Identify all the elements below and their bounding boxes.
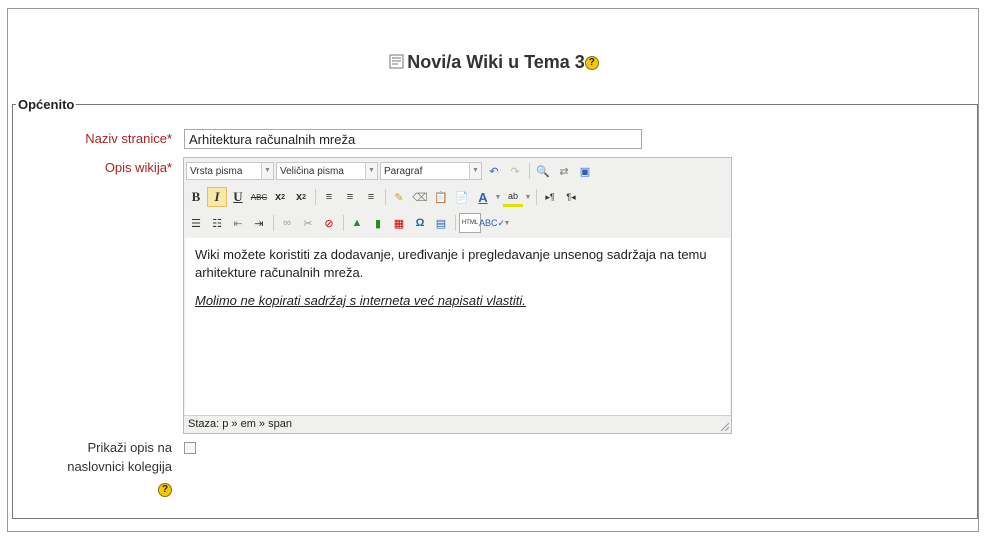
page-title: Novi/a Wiki u Tema 3? [8, 52, 980, 73]
content-note: Molimo ne kopirati sadržaj s interneta v… [195, 293, 526, 308]
unlink-icon[interactable]: ✂ [298, 213, 318, 233]
align-right-icon[interactable]: ≡ [361, 187, 381, 207]
file-icon[interactable]: ▦ [389, 213, 409, 233]
toolbar-row-3: ☰ ☷ ⇤ ⇥ ∞ ✂ ⊘ ▲ ▮ ▦ Ω ▤ HTML ABC✓ ▼ [186, 212, 512, 234]
show-description-label: Prikaži opis na naslovnici kolegija ? [67, 440, 172, 497]
numbered-list-icon[interactable]: ☷ [207, 213, 227, 233]
section-legend: Općenito [18, 97, 75, 112]
strikethrough-icon[interactable]: ABC [249, 187, 269, 207]
text-color-icon[interactable]: A [473, 187, 493, 207]
align-center-icon[interactable]: ≡ [340, 187, 360, 207]
rich-text-editor: Vrsta pisma ▼ Veličina pisma ▼ Paragraf ▼ ↶… [183, 157, 732, 434]
font-size-select[interactable]: Veličina pisma ▼ [276, 162, 378, 180]
toolbar-separator [536, 189, 537, 205]
dropdown-arrow-icon[interactable]: ▼ [524, 187, 532, 207]
dropdown-arrow-icon[interactable]: ▼ [503, 213, 511, 233]
toolbar-separator [343, 215, 344, 231]
media-icon[interactable]: ▮ [368, 213, 388, 233]
eraser-icon[interactable]: ⌫ [410, 187, 430, 207]
highlight-color-icon[interactable]: ab [503, 187, 523, 207]
link-icon[interactable]: ∞ [277, 213, 297, 233]
nolink-icon[interactable]: ⊘ [319, 213, 339, 233]
paste-word-icon[interactable]: 📄 [452, 187, 472, 207]
image-icon[interactable]: ▲ [347, 213, 367, 233]
description-label: Opis wikija* [104, 160, 172, 175]
paste-text-icon[interactable]: 📋 [431, 187, 451, 207]
toolbar-separator [273, 215, 274, 231]
indent-icon[interactable]: ⇥ [249, 213, 269, 233]
wiki-icon [389, 54, 404, 69]
content-paragraph: Wiki možete koristiti za dodavanje, uređ… [195, 247, 707, 280]
dropdown-arrow-icon: ▼ [365, 163, 377, 179]
element-path: Staza: p » em » span [188, 418, 292, 430]
page-title-text: Novi/a Wiki u Tema 3 [407, 52, 585, 72]
show-description-checkbox[interactable] [184, 442, 196, 454]
resize-handle-icon[interactable] [719, 421, 729, 431]
html-source-icon[interactable]: HTML [459, 213, 481, 233]
fullscreen-icon[interactable]: ▣ [575, 161, 595, 181]
replace-icon[interactable]: ⇄ [554, 161, 574, 181]
toolbar-separator [385, 189, 386, 205]
outdent-icon[interactable]: ⇤ [228, 213, 248, 233]
paragraph-select[interactable]: Paragraf ▼ [380, 162, 482, 180]
ltr-icon[interactable]: ▸¶ [540, 187, 560, 207]
dropdown-arrow-icon: ▼ [261, 163, 273, 179]
toolbar-row-2: B I U ABC x2 x2 ≡ ≡ ≡ ✎ ⌫ 📋 📄 A ▼ ab ▼ ▸… [186, 186, 582, 208]
superscript-icon[interactable]: x2 [291, 187, 311, 207]
redo-icon[interactable]: ↷ [505, 161, 525, 181]
undo-icon[interactable]: ↶ [484, 161, 504, 181]
dropdown-arrow-icon[interactable]: ▼ [494, 187, 502, 207]
editor-content-area[interactable]: Wiki možete koristiti za dodavanje, uređ… [185, 238, 730, 415]
italic-icon[interactable]: I [207, 187, 227, 207]
toolbar-separator [529, 163, 530, 179]
find-icon[interactable]: 🔍 [533, 161, 553, 181]
page-name-input[interactable] [184, 129, 642, 149]
bullet-list-icon[interactable]: ☰ [186, 213, 206, 233]
dropdown-arrow-icon: ▼ [469, 163, 481, 179]
special-char-icon[interactable]: Ω [410, 213, 430, 233]
help-icon[interactable]: ? [158, 482, 172, 497]
page-name-label: Naziv stranice* [85, 131, 172, 146]
clean-formatting-icon[interactable]: ✎ [389, 187, 409, 207]
spellcheck-icon[interactable]: ABC✓ [479, 213, 505, 233]
underline-icon[interactable]: U [228, 187, 248, 207]
align-left-icon[interactable]: ≡ [319, 187, 339, 207]
subscript-icon[interactable]: x2 [270, 187, 290, 207]
toolbar-separator [315, 189, 316, 205]
font-family-select[interactable]: Vrsta pisma ▼ [186, 162, 274, 180]
toolbar-row-1: Vrsta pisma ▼ Veličina pisma ▼ Paragraf ▼ ↶… [186, 160, 596, 182]
toolbar-separator [455, 215, 456, 231]
help-icon[interactable]: ? [584, 56, 599, 71]
editor-statusbar: Staza: p » em » span [184, 415, 731, 433]
table-icon[interactable]: ▤ [431, 213, 451, 233]
bold-icon[interactable]: B [186, 187, 206, 207]
rtl-icon[interactable]: ¶◂ [561, 187, 581, 207]
